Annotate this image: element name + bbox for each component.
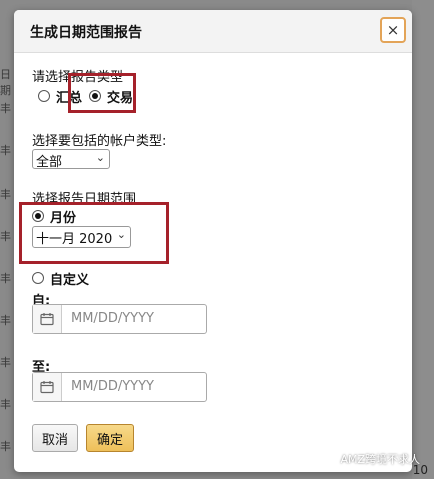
date-range-report-dialog: 生成日期范围报告 × 请选择报告类型 汇总 交易 选择要包括的帐户类型: 全部 … (14, 10, 412, 472)
highlight-box-month (19, 202, 169, 264)
to-date-field[interactable]: MM/DD/YYYY (32, 372, 207, 402)
radio-summary[interactable] (38, 90, 50, 102)
highlight-box-report-type (68, 73, 136, 113)
radio-custom-label: 自定义 (50, 273, 90, 288)
chevron-down-icon: ⌄ (95, 151, 105, 164)
calendar-icon[interactable] (33, 305, 62, 333)
account-type-value: 全部 (36, 155, 63, 170)
from-date-placeholder: MM/DD/YYYY (71, 311, 154, 326)
bg-right-column (412, 0, 434, 479)
to-date-placeholder: MM/DD/YYYY (71, 379, 154, 394)
ok-button[interactable]: 确定 (86, 424, 134, 452)
dialog-header: 生成日期范围报告 × (14, 10, 412, 53)
watermark: AMZ跨境不求人 (322, 451, 420, 467)
cancel-button[interactable]: 取消 (32, 424, 78, 452)
wechat-icon (322, 454, 336, 464)
calendar-icon[interactable] (33, 373, 62, 401)
close-button[interactable]: × (380, 17, 406, 43)
close-icon: × (386, 21, 400, 39)
dialog-title: 生成日期范围报告 (30, 25, 142, 41)
radio-custom[interactable] (32, 272, 44, 284)
account-type-select[interactable]: 全部 ⌄ (32, 149, 110, 170)
account-type-label: 选择要包括的帐户类型: (32, 134, 167, 149)
from-date-field[interactable]: MM/DD/YYYY (32, 304, 207, 334)
watermark-text: AMZ跨境不求人 (340, 453, 420, 466)
